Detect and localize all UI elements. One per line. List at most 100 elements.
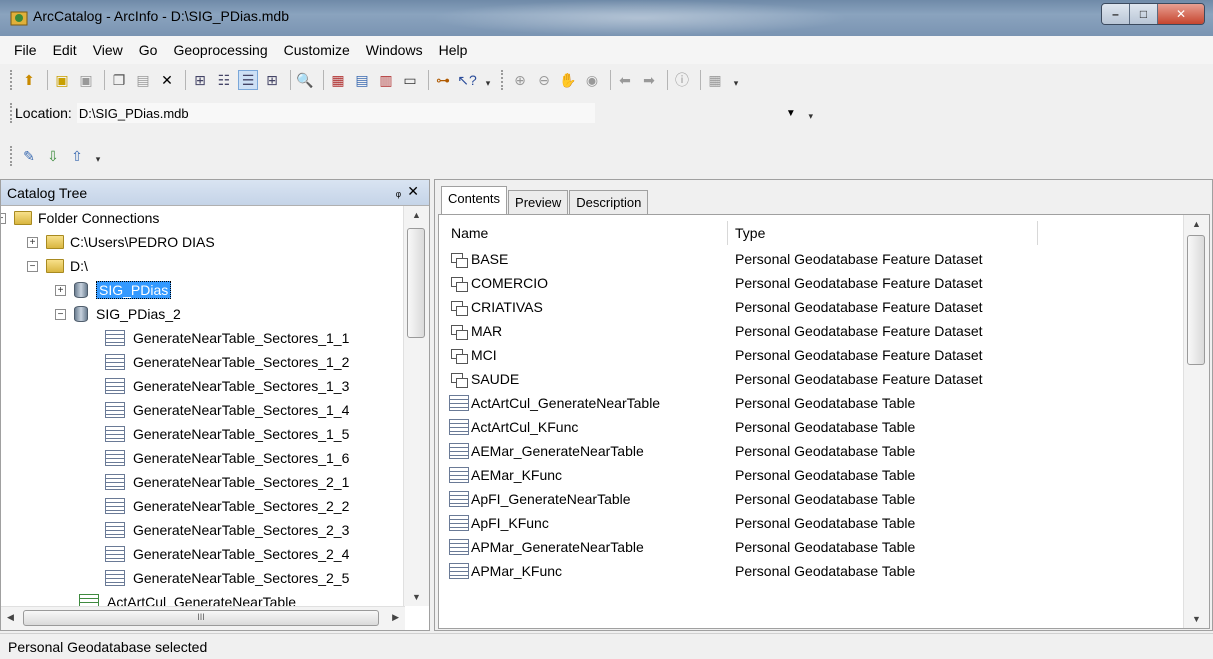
tab-contents[interactable]: Contents xyxy=(441,186,508,214)
chevron-down-icon[interactable]: ▼ xyxy=(786,108,796,119)
column-header-type[interactable]: Type xyxy=(735,221,765,245)
tree-item-table[interactable]: GenerateNearTable_Sectores_2_4 xyxy=(105,542,349,566)
large-icons-icon[interactable]: ⊞ xyxy=(190,70,210,90)
scroll-right-icon[interactable]: ▶ xyxy=(392,612,399,623)
menu-go[interactable]: Go xyxy=(131,42,166,58)
collapse-icon[interactable]: − xyxy=(27,260,38,272)
menu-customize[interactable]: Customize xyxy=(276,42,358,58)
close-panel-icon[interactable]: ✕ xyxy=(407,183,419,200)
tab-preview[interactable]: Preview xyxy=(508,190,569,214)
paste-icon[interactable]: ▤ xyxy=(133,70,153,90)
catalog-window-icon[interactable]: ▤ xyxy=(352,70,372,90)
list-item[interactable]: ApFI_GenerateNearTable Personal Geodataba… xyxy=(449,487,915,511)
create-thumbnail-icon[interactable]: ▦ xyxy=(705,70,725,90)
forward-icon[interactable]: ➡ xyxy=(639,70,659,90)
column-header-name[interactable]: Name xyxy=(451,221,488,245)
list-icon[interactable]: ☷ xyxy=(214,70,234,90)
tab-description[interactable]: Description xyxy=(569,190,649,214)
tree-vertical-scrollbar[interactable]: ▲ ▼ xyxy=(403,206,429,606)
menu-view[interactable]: View xyxy=(85,42,131,58)
scroll-up-icon[interactable]: ▲ xyxy=(412,210,421,220)
tree-item-table[interactable]: ActArtCul_GenerateNearTable xyxy=(79,590,296,606)
tree-item-table[interactable]: GenerateNearTable_Sectores_2_5 xyxy=(105,566,349,590)
model-builder-icon[interactable]: ⊶ xyxy=(433,70,453,90)
tree-item-table[interactable]: GenerateNearTable_Sectores_2_1 xyxy=(105,470,349,494)
list-item[interactable]: ActArtCul_GenerateNearTable Personal Geod… xyxy=(449,391,915,415)
list-item[interactable]: SAUDE Personal Geodatabase Feature Datase… xyxy=(449,367,983,391)
collapse-icon[interactable]: − xyxy=(55,308,66,320)
export-metadata-icon[interactable]: ⇧ xyxy=(67,146,87,166)
list-item[interactable]: BASE Personal Geodatabase Feature Dataset xyxy=(449,247,983,271)
delete-icon[interactable]: ✕ xyxy=(157,70,177,90)
tree-item-table[interactable]: GenerateNearTable_Sectores_2_2 xyxy=(105,494,349,518)
scrollbar-thumb[interactable] xyxy=(407,228,425,338)
thumbnails-icon[interactable]: ⊞ xyxy=(262,70,282,90)
zoom-out-icon[interactable]: ⊖ xyxy=(534,70,554,90)
pan-icon[interactable]: ✋ xyxy=(558,70,578,90)
disconnect-folder-icon[interactable]: ▣ xyxy=(76,70,96,90)
tree-item-table[interactable]: GenerateNearTable_Sectores_1_1 xyxy=(105,326,349,350)
whats-this-icon[interactable]: ↖? xyxy=(457,70,477,90)
column-divider[interactable] xyxy=(727,221,728,245)
toolbox-icon[interactable]: ▥ xyxy=(376,70,396,90)
tree-item-table[interactable]: GenerateNearTable_Sectores_1_3 xyxy=(105,374,349,398)
python-window-icon[interactable]: ▭ xyxy=(400,70,420,90)
contents-vertical-scrollbar[interactable]: ▲ ▼ xyxy=(1183,215,1209,628)
list-item[interactable]: MAR Personal Geodatabase Feature Dataset xyxy=(449,319,983,343)
menu-help[interactable]: Help xyxy=(431,42,476,58)
tree-item-table[interactable]: GenerateNearTable_Sectores_1_6 xyxy=(105,446,349,470)
back-icon[interactable]: ⬅ xyxy=(615,70,635,90)
menu-edit[interactable]: Edit xyxy=(45,42,85,58)
close-button[interactable]: ✕ xyxy=(1158,4,1204,24)
minimize-button[interactable]: – xyxy=(1102,4,1130,24)
identify-icon[interactable]: ⓘ xyxy=(672,70,692,90)
pin-icon[interactable]: ᵩ xyxy=(396,185,401,199)
tree-item-users-folder[interactable]: + C:\Users\PEDRO DIAS xyxy=(27,230,215,254)
menu-geoprocessing[interactable]: Geoprocessing xyxy=(165,42,275,58)
arctoolbox-icon[interactable]: ▦ xyxy=(328,70,348,90)
connect-folder-icon[interactable]: ▣ xyxy=(52,70,72,90)
tree-item-d-drive[interactable]: − D:\ xyxy=(27,254,88,278)
scrollbar-thumb[interactable]: III xyxy=(23,610,379,626)
scroll-left-icon[interactable]: ◀ xyxy=(7,612,14,623)
tree-item-table[interactable]: GenerateNearTable_Sectores_1_2 xyxy=(105,350,349,374)
tree-horizontal-scrollbar[interactable]: ◀ III ▶ xyxy=(1,606,405,630)
edit-metadata-icon[interactable]: ✎ xyxy=(19,146,39,166)
toolbar-grip[interactable] xyxy=(10,146,13,166)
list-item[interactable]: MCI Personal Geodatabase Feature Dataset xyxy=(449,343,983,367)
up-one-level-icon[interactable]: ⬆ xyxy=(19,70,39,90)
scroll-up-icon[interactable]: ▲ xyxy=(1192,219,1201,229)
copy-icon[interactable]: ❐ xyxy=(109,70,129,90)
tree-item-table[interactable]: GenerateNearTable_Sectores_2_3 xyxy=(105,518,349,542)
toolbar-overflow-icon[interactable]: ▾ xyxy=(731,71,741,89)
scroll-down-icon[interactable]: ▼ xyxy=(1192,614,1201,624)
toolbar-grip[interactable] xyxy=(501,70,504,90)
tree-item-folder-connections[interactable]: − Folder Connections xyxy=(1,206,159,230)
menu-windows[interactable]: Windows xyxy=(358,42,431,58)
location-input[interactable]: D:\SIG_PDias.mdb xyxy=(75,102,596,124)
tree-item-sig-pdias[interactable]: + SIG_PDias xyxy=(55,278,172,302)
toolbar-overflow-icon[interactable]: ▾ xyxy=(806,104,816,122)
toolbar-grip[interactable] xyxy=(10,103,13,123)
column-divider[interactable] xyxy=(1037,221,1038,245)
toolbar-overflow-icon[interactable]: ▾ xyxy=(483,71,493,89)
collapse-icon[interactable]: − xyxy=(1,212,6,224)
list-item[interactable]: COMERCIO Personal Geodatabase Feature Dat… xyxy=(449,271,983,295)
toolbar-overflow-icon[interactable]: ▾ xyxy=(93,147,103,165)
list-item[interactable]: AEMar_KFunc Personal Geodatabase Table xyxy=(449,463,915,487)
expand-icon[interactable]: + xyxy=(27,236,38,248)
zoom-in-icon[interactable]: ⊕ xyxy=(510,70,530,90)
list-item[interactable]: APMar_KFunc Personal Geodatabase Table xyxy=(449,559,915,583)
list-item[interactable]: ActArtCul_KFunc Personal Geodatabase Tabl… xyxy=(449,415,915,439)
expand-icon[interactable]: + xyxy=(55,284,66,296)
list-item[interactable]: CRIATIVAS Personal Geodatabase Feature Da… xyxy=(449,295,983,319)
tree-item-table[interactable]: GenerateNearTable_Sectores_1_4 xyxy=(105,398,349,422)
list-item[interactable]: AEMar_GenerateNearTable Personal Geodatab… xyxy=(449,439,915,463)
scrollbar-thumb[interactable] xyxy=(1187,235,1205,365)
tree-item-table[interactable]: GenerateNearTable_Sectores_1_5 xyxy=(105,422,349,446)
menu-file[interactable]: File xyxy=(6,42,45,58)
search-icon[interactable]: 🔍 xyxy=(295,70,315,90)
list-item[interactable]: ApFI_KFunc Personal Geodatabase Table xyxy=(449,511,915,535)
details-icon[interactable]: ☰ xyxy=(238,70,258,90)
import-metadata-icon[interactable]: ⇩ xyxy=(43,146,63,166)
